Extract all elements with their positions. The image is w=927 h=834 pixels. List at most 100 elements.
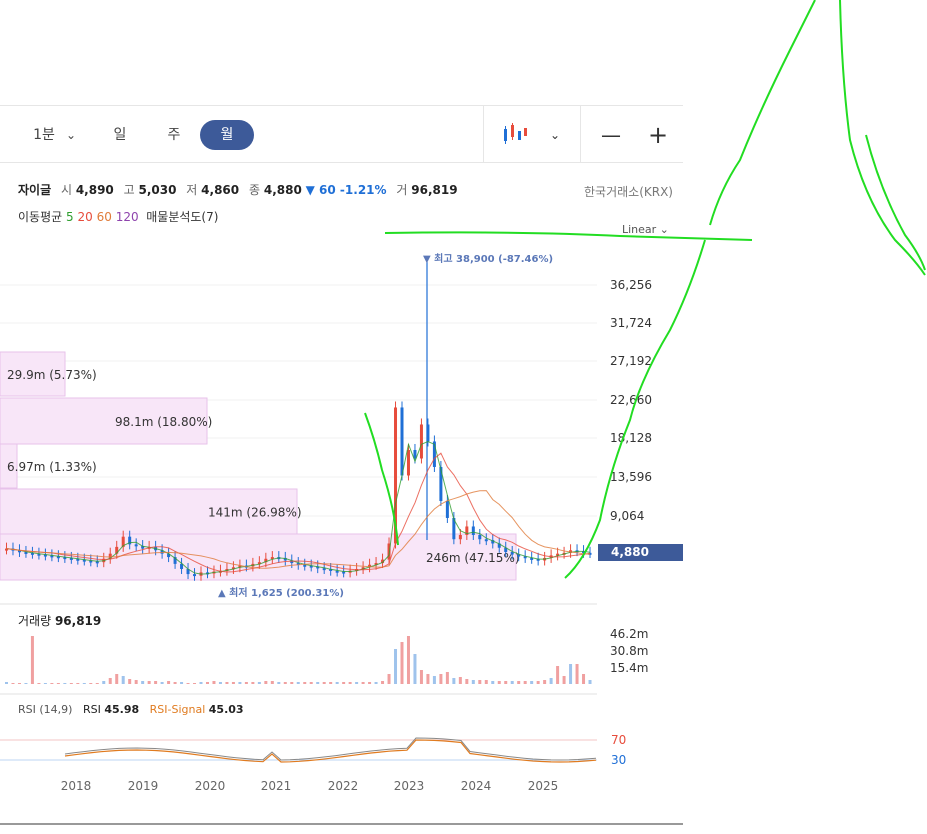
current-price-tag: 4,880 [598, 544, 683, 561]
annotation-curve [839, 0, 926, 276]
volume-bar [439, 674, 443, 684]
volume-bar [582, 674, 586, 684]
volume-bar [257, 682, 261, 684]
candle-body [484, 539, 488, 542]
volume-bar [329, 682, 333, 684]
annotation-curve [709, 0, 816, 226]
volume-bar [426, 674, 430, 684]
volume-bar [523, 681, 527, 684]
volume-bar [471, 680, 475, 684]
volume-bar [63, 683, 67, 684]
volume-bar [95, 683, 99, 684]
volume-bar [82, 683, 86, 684]
volume-bar [335, 682, 339, 684]
rsi-title: RSI (14,9) RSI 45.98 RSI-Signal 45.03 [18, 703, 244, 716]
volume-bar [264, 681, 268, 684]
candle-body [406, 449, 410, 476]
volume-bar [218, 682, 222, 684]
volume-title: 거래량 96,819 [18, 614, 102, 628]
volume-bar [134, 680, 138, 684]
volume-bar [530, 681, 534, 684]
volume-bar [432, 676, 436, 684]
price-tick-label: 27,192 [610, 354, 652, 368]
volume-bar [199, 682, 203, 684]
volume-bar [186, 683, 190, 684]
price-tick-label: 22,660 [610, 393, 652, 407]
volume-bar [225, 682, 229, 684]
volume-bar [296, 682, 300, 684]
volume-bar [244, 682, 248, 684]
volume-bar [167, 681, 171, 684]
rsi-level-30: 30 [611, 753, 626, 767]
volume-bar [205, 682, 209, 684]
volume-bar [173, 682, 177, 684]
candle-body [478, 534, 482, 540]
volume-bar [452, 678, 456, 684]
volume-bar [588, 680, 592, 684]
time-tick-label: 2019 [128, 779, 159, 793]
volume-bar [575, 664, 579, 684]
volume-bar [458, 677, 462, 684]
volume-bar [484, 680, 488, 684]
volume-bar [270, 681, 274, 684]
volume-bar [212, 681, 216, 684]
volume-bar [316, 682, 320, 684]
volume-panel: 46.2m 30.8m 15.4m [5, 627, 648, 684]
volume-bar [17, 683, 21, 684]
price-tick-label: 9,064 [610, 509, 644, 523]
volume-bar [108, 678, 112, 684]
volume-bar [536, 681, 540, 684]
volume-bar [400, 642, 404, 684]
volume-bar [368, 682, 372, 684]
volume-profile-label: 29.9m (5.73%) [7, 368, 97, 382]
volume-tick-label: 15.4m [610, 661, 648, 675]
time-tick-label: 2022 [328, 779, 359, 793]
volume-profile-label: 6.97m (1.33%) [7, 460, 97, 474]
volume-bar [556, 666, 560, 684]
volume-bar [89, 683, 93, 684]
volume-bar [50, 683, 54, 684]
volume-bar [387, 674, 391, 684]
volume-bar [497, 681, 501, 684]
time-tick-label: 2023 [394, 779, 425, 793]
rsi-panel: 7030 [0, 733, 626, 767]
volume-bar [24, 683, 28, 684]
annotation-curve [865, 134, 926, 271]
price-tick-label: 31,724 [610, 316, 652, 330]
candle-body [471, 526, 475, 535]
volume-bar [445, 672, 449, 684]
rsi-level-70: 70 [611, 733, 626, 747]
candle-body [193, 574, 197, 577]
volume-bar [517, 681, 521, 684]
volume-bar [374, 682, 378, 684]
volume-bar [569, 664, 573, 684]
volume-bar [322, 682, 326, 684]
volume-bar [465, 679, 469, 684]
volume-bar [141, 681, 145, 684]
time-tick-label: 2021 [261, 779, 292, 793]
volume-bar [5, 682, 8, 684]
volume-bar [283, 682, 287, 684]
volume-bar [361, 682, 365, 684]
time-tick-label: 2024 [461, 779, 492, 793]
rsi-signal-line [64, 739, 597, 763]
volume-bar [193, 683, 197, 684]
price-axis: 36,256 31,724 27,192 22,660 18,128 13,596 9,06… [610, 278, 652, 523]
volume-bar [491, 681, 495, 684]
annotation-line [384, 231, 753, 241]
volume-bar [419, 670, 423, 684]
volume-bar [238, 682, 242, 684]
time-tick-label: 2018 [61, 779, 92, 793]
time-tick-label: 2020 [195, 779, 226, 793]
volume-bar [406, 636, 410, 684]
time-axis: 2018 2019 2020 2021 2022 2023 2024 2025 [61, 779, 559, 793]
volume-bar [102, 681, 106, 684]
volume-bar [76, 683, 80, 684]
volume-bar [277, 682, 281, 684]
volume-bar [180, 682, 184, 684]
volume-bar [11, 683, 15, 684]
volume-bar [510, 681, 514, 684]
volume-tick-label: 30.8m [610, 644, 648, 658]
volume-bar [231, 682, 235, 684]
volume-bar [543, 680, 547, 684]
